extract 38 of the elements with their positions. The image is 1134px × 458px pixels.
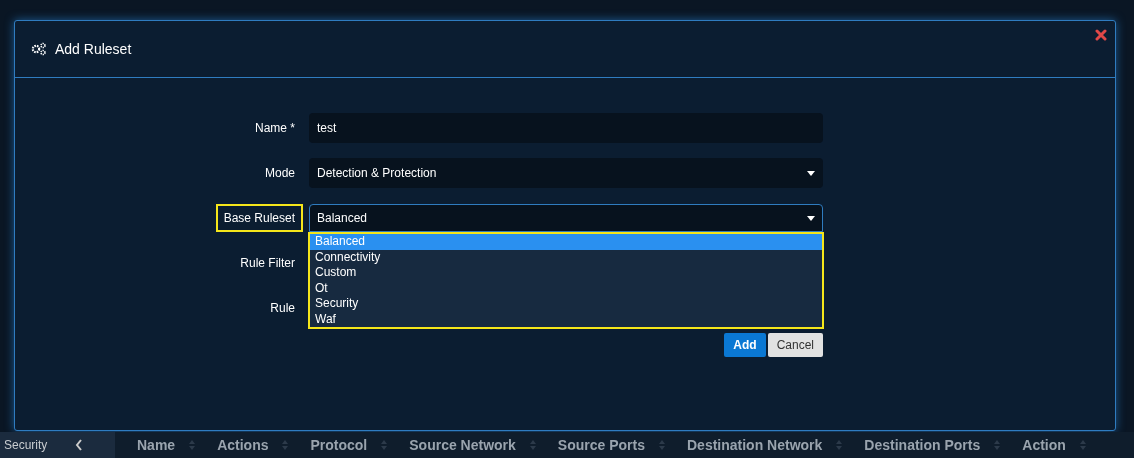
name-input-field[interactable]: test bbox=[309, 113, 823, 143]
add-button[interactable]: Add bbox=[724, 333, 766, 357]
column-header[interactable]: Source Ports bbox=[557, 437, 645, 453]
dropdown-option[interactable]: Connectivity bbox=[310, 249, 822, 265]
caret-icon bbox=[807, 170, 815, 176]
field-label: Name * bbox=[254, 120, 296, 137]
select-field[interactable]: Detection & Protection bbox=[309, 158, 823, 188]
column-header[interactable]: Protocol bbox=[310, 437, 368, 453]
column-header[interactable]: Action bbox=[1022, 437, 1066, 453]
cancel-button[interactable]: Cancel bbox=[767, 333, 823, 357]
sort-icon[interactable] bbox=[381, 440, 388, 450]
dropdown-option[interactable]: Custom bbox=[310, 265, 822, 281]
sort-icon[interactable] bbox=[282, 440, 289, 450]
field-label: Rule Filter bbox=[239, 255, 296, 272]
sidebar-item[interactable]: Security bbox=[0, 432, 115, 458]
field-label: Rule bbox=[269, 300, 296, 317]
column-header[interactable]: Source Network bbox=[409, 437, 516, 453]
close-icon[interactable] bbox=[1095, 29, 1107, 41]
gears-icon bbox=[31, 42, 47, 56]
dialog-title: Add Ruleset bbox=[55, 41, 132, 57]
sort-icon[interactable] bbox=[1079, 440, 1086, 450]
dropdown-option[interactable]: Security bbox=[310, 296, 822, 312]
sort-icon[interactable] bbox=[659, 440, 665, 450]
caret-icon bbox=[807, 215, 815, 221]
column-header[interactable]: Destination Network bbox=[687, 437, 823, 453]
sort-icon[interactable] bbox=[529, 440, 536, 450]
column-header[interactable]: Actions bbox=[217, 437, 269, 453]
chevron-icon bbox=[75, 439, 83, 451]
column-header[interactable]: Destination Ports bbox=[864, 437, 981, 453]
column-header[interactable]: Name bbox=[137, 437, 176, 453]
sort-icon[interactable] bbox=[836, 440, 843, 450]
select-field[interactable]: Balanced bbox=[309, 204, 823, 232]
dropdown-option[interactable]: Waf bbox=[310, 311, 822, 327]
sort-icon[interactable] bbox=[994, 440, 1001, 450]
field-label: Mode bbox=[263, 165, 296, 182]
field-label: Base Ruleset bbox=[215, 204, 303, 232]
dropdown-option[interactable]: Ot bbox=[310, 280, 822, 296]
sort-icon[interactable] bbox=[189, 440, 196, 450]
